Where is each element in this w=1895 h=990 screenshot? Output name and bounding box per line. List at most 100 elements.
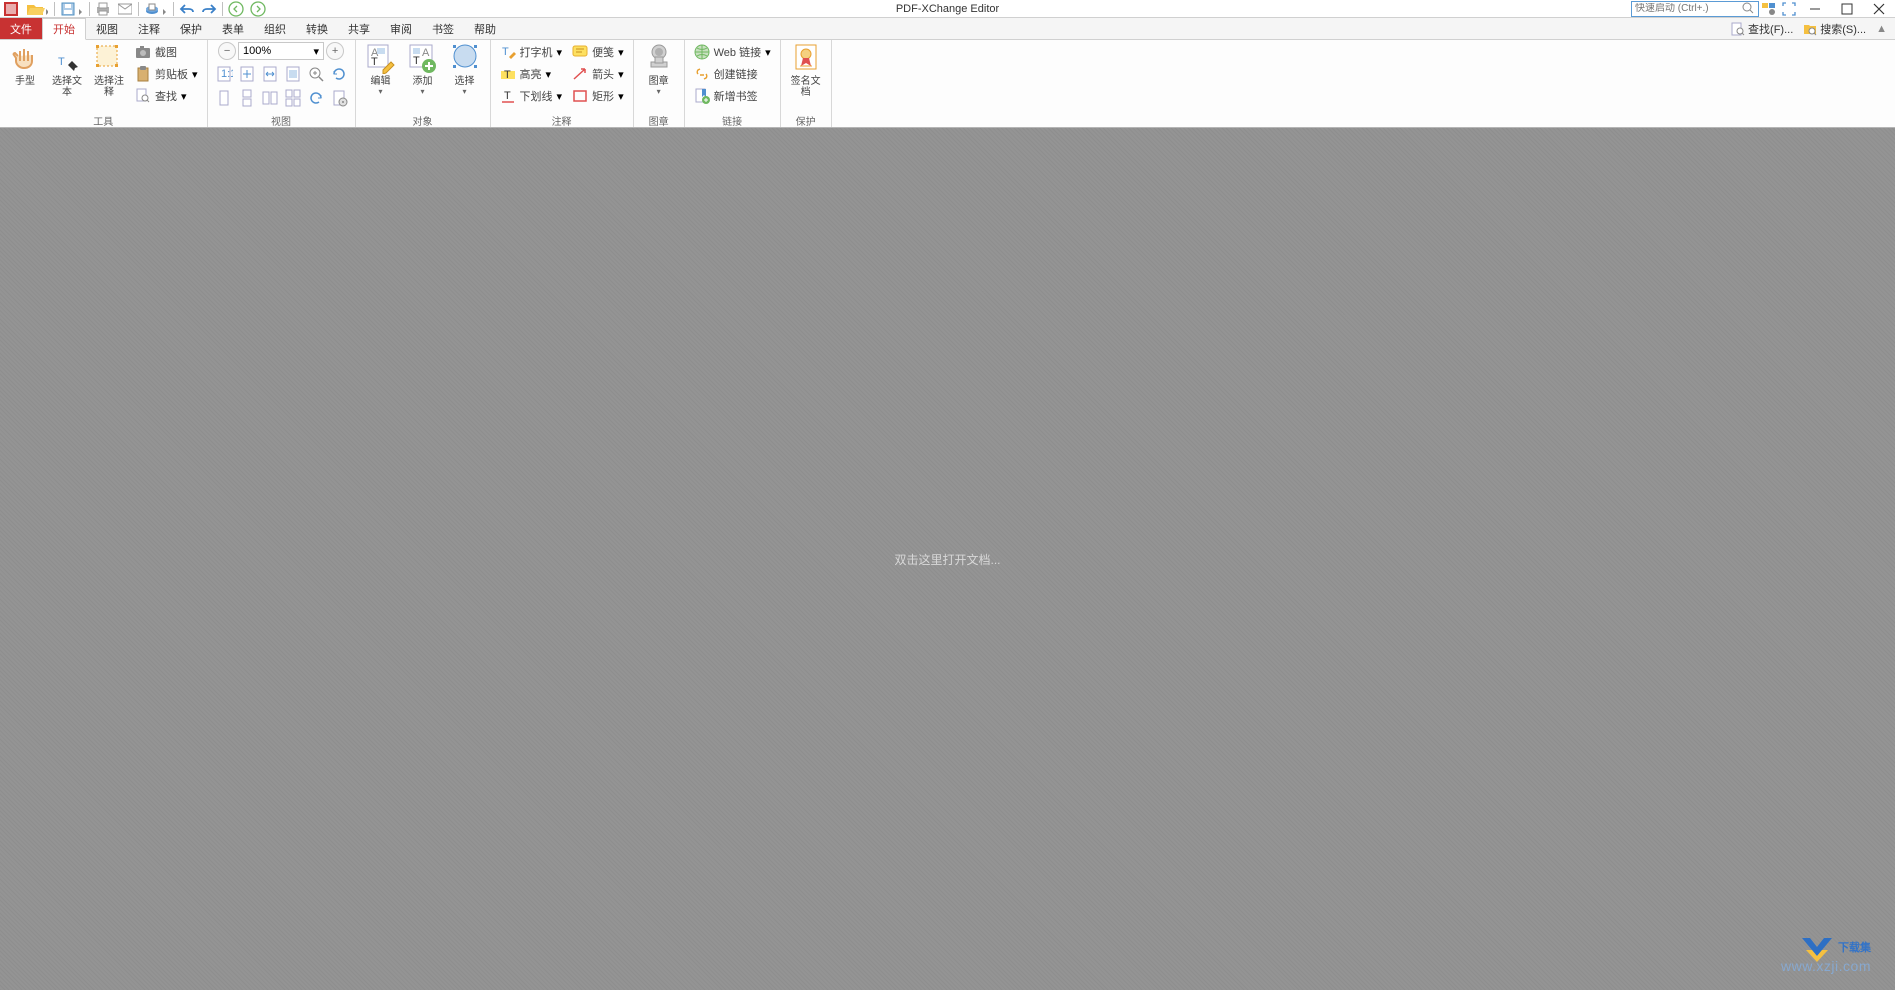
- menu-search-button[interactable]: 搜索(S)...: [1799, 21, 1870, 37]
- quick-launch-box[interactable]: [1631, 1, 1759, 17]
- two-continuous-button[interactable]: [283, 88, 303, 108]
- watermark-logo-icon: [1800, 932, 1834, 962]
- menu-search-label: 搜索(S)...: [1820, 21, 1866, 37]
- edit-icon: AT: [365, 42, 397, 74]
- find-button[interactable]: 查找▾: [132, 86, 201, 106]
- tab-protect[interactable]: 保护: [170, 18, 212, 39]
- svg-text:A: A: [422, 47, 430, 59]
- save-button[interactable]: [57, 1, 87, 17]
- edit-button[interactable]: AT 编辑▾: [362, 42, 400, 96]
- add-button[interactable]: AT 添加▾: [404, 42, 442, 96]
- create-link-button[interactable]: 创建链接: [691, 64, 774, 84]
- clipboard-label: 剪贴板: [155, 66, 188, 82]
- typewriter-button[interactable]: T 打字机▾: [497, 42, 566, 62]
- scan-button[interactable]: [141, 1, 171, 17]
- select-text-button[interactable]: T 选择文本: [48, 42, 86, 98]
- tab-bookmarks[interactable]: 书签: [422, 18, 464, 39]
- tab-share[interactable]: 共享: [338, 18, 380, 39]
- certificate-icon: [790, 42, 822, 74]
- note-label: 便笺: [592, 44, 614, 60]
- app-icon[interactable]: [0, 1, 22, 17]
- group-stamp: 图章▾ 图章: [634, 40, 685, 127]
- two-page-button[interactable]: [260, 88, 280, 108]
- arrow-button[interactable]: 箭头▾: [569, 64, 627, 84]
- find-icon: [135, 88, 151, 104]
- bookmark-icon: [694, 88, 710, 104]
- stamp-button[interactable]: 图章▾: [640, 42, 678, 96]
- svg-text:T: T: [502, 46, 509, 58]
- camera-icon: [135, 44, 151, 60]
- zoom-field[interactable]: 100% ▾: [238, 42, 324, 60]
- fit-visible-button[interactable]: [283, 64, 303, 84]
- tab-help[interactable]: 帮助: [464, 18, 506, 39]
- web-link-label: Web 链接: [714, 44, 761, 60]
- zoom-out-button[interactable]: −: [218, 42, 236, 60]
- select-object-button[interactable]: 选择▾: [446, 42, 484, 96]
- ribbon-tabs: 文件 开始 视图 注释 保护 表单 组织 转换 共享 审阅 书签 帮助 查找(F…: [0, 18, 1895, 40]
- select-annot-label: 选择注释: [90, 76, 128, 98]
- collapse-ribbon-button[interactable]: ▲: [1872, 23, 1891, 35]
- tab-convert[interactable]: 转换: [296, 18, 338, 39]
- single-page-button[interactable]: [214, 88, 234, 108]
- rotate-ccw-button[interactable]: [329, 64, 349, 84]
- ui-options-button[interactable]: [1759, 1, 1779, 17]
- tab-organize[interactable]: 组织: [254, 18, 296, 39]
- tab-review[interactable]: 审阅: [380, 18, 422, 39]
- maximize-button[interactable]: [1831, 1, 1863, 17]
- open-button[interactable]: [22, 1, 52, 17]
- minimize-button[interactable]: [1799, 1, 1831, 17]
- stamp-icon: [643, 42, 675, 74]
- tab-file[interactable]: 文件: [0, 18, 42, 39]
- page-display-button[interactable]: [329, 88, 349, 108]
- menu-find-label: 查找(F)...: [1748, 21, 1793, 37]
- fit-width-button[interactable]: [260, 64, 280, 84]
- fullscreen-button[interactable]: [1779, 1, 1799, 17]
- rotate-cw-button[interactable]: [306, 88, 326, 108]
- quick-access-toolbar: [0, 0, 269, 17]
- tab-view[interactable]: 视图: [86, 18, 128, 39]
- fit-page-button[interactable]: [237, 64, 257, 84]
- zoom-selection-button[interactable]: [306, 64, 326, 84]
- watermark: 下载集 www.xzji.com: [1781, 932, 1871, 974]
- sticky-note-button[interactable]: 便笺▾: [569, 42, 627, 62]
- tab-form[interactable]: 表单: [212, 18, 254, 39]
- actual-size-button[interactable]: 1:1: [214, 64, 234, 84]
- group-links: Web 链接▾ 创建链接 新增书签 链接: [685, 40, 781, 127]
- underline-button[interactable]: T 下划线▾: [497, 86, 566, 106]
- select-annotation-button[interactable]: 选择注释: [90, 42, 128, 98]
- tab-home[interactable]: 开始: [42, 18, 86, 40]
- nav-back-button[interactable]: [225, 1, 247, 17]
- highlight-icon: T: [500, 66, 516, 82]
- arrow-label: 箭头: [592, 66, 614, 82]
- group-object-label: 对象: [362, 113, 484, 127]
- rect-icon: [572, 88, 588, 104]
- sign-document-button[interactable]: 签名文档: [787, 42, 825, 98]
- create-link-label: 创建链接: [714, 66, 758, 82]
- web-link-button[interactable]: Web 链接▾: [691, 42, 774, 62]
- quick-launch-input[interactable]: [1635, 3, 1742, 14]
- clipboard-button[interactable]: 剪贴板▾: [132, 64, 201, 84]
- nav-forward-button[interactable]: [247, 1, 269, 17]
- note-icon: [572, 44, 588, 60]
- document-area[interactable]: 双击这里打开文档... 下载集 www.xzji.com: [0, 128, 1895, 990]
- menu-find-button[interactable]: 查找(F)...: [1727, 21, 1797, 37]
- close-button[interactable]: [1863, 1, 1895, 17]
- undo-button[interactable]: [176, 1, 198, 17]
- svg-text:T: T: [413, 55, 420, 67]
- hand-icon: [9, 42, 41, 74]
- group-protect-label: 保护: [787, 113, 825, 127]
- redo-button[interactable]: [198, 1, 220, 17]
- print-button[interactable]: [92, 1, 114, 17]
- new-bookmark-label: 新增书签: [714, 88, 758, 104]
- highlight-button[interactable]: T 高亮▾: [497, 64, 566, 84]
- zoom-in-button[interactable]: +: [326, 42, 344, 60]
- email-button[interactable]: [114, 1, 136, 17]
- tab-annotate[interactable]: 注释: [128, 18, 170, 39]
- rectangle-button[interactable]: 矩形▾: [569, 86, 627, 106]
- continuous-button[interactable]: [237, 88, 257, 108]
- new-bookmark-button[interactable]: 新增书签: [691, 86, 774, 106]
- group-view: − 100% ▾ + 1:1: [208, 40, 356, 127]
- svg-text:T: T: [371, 56, 378, 68]
- hand-tool-button[interactable]: 手型: [6, 42, 44, 87]
- screenshot-button[interactable]: 截图: [132, 42, 201, 62]
